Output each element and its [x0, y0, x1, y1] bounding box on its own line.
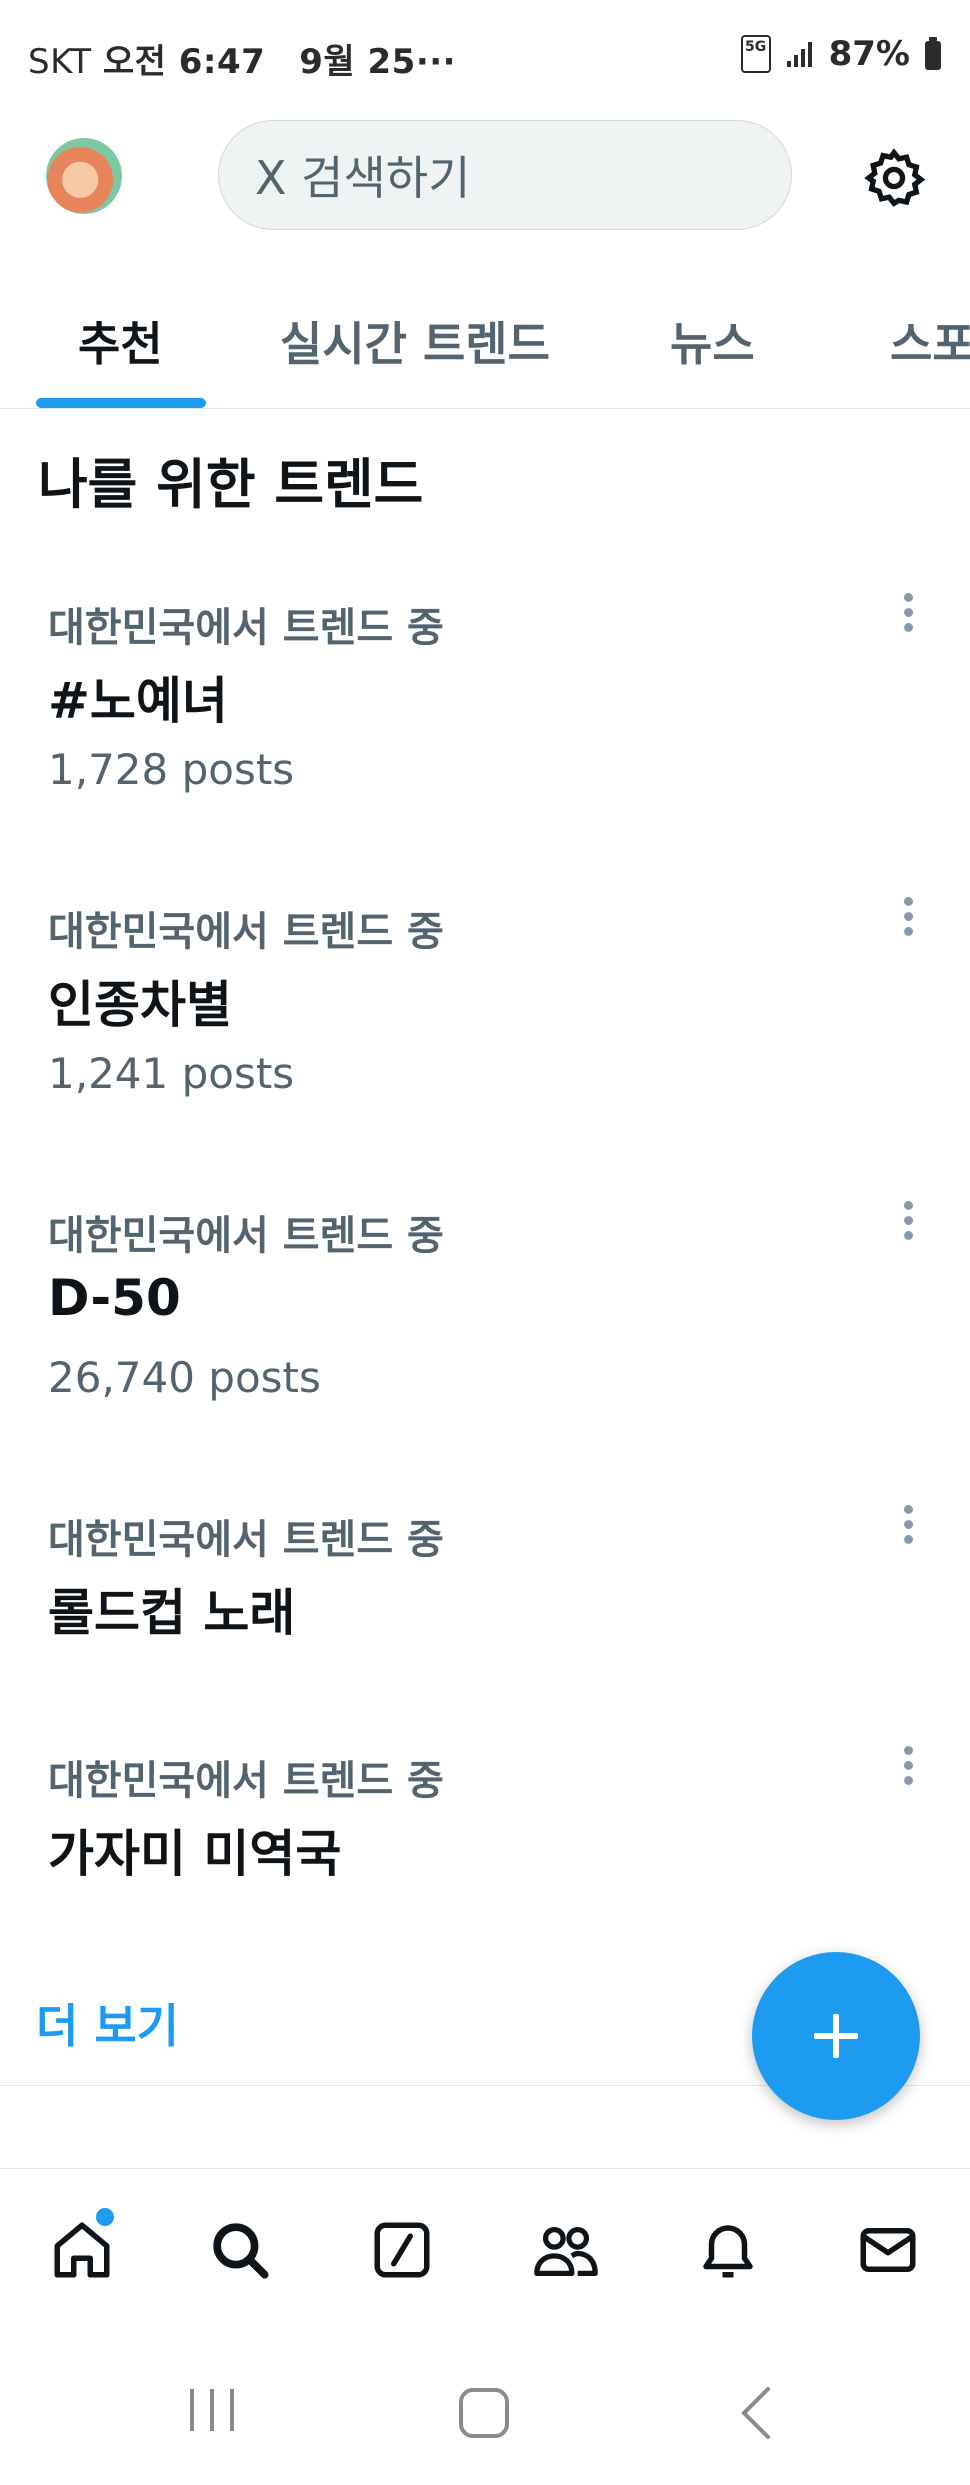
trend-name: 가자미 미역국: [48, 1825, 342, 1883]
plus-icon: [814, 2014, 858, 2058]
avatar[interactable]: [46, 138, 122, 214]
time-label: 오전 6:47: [102, 42, 266, 82]
recent-apps-icon[interactable]: [186, 2385, 238, 2439]
system-nav-bar: [0, 2335, 970, 2485]
back-icon[interactable]: [736, 2385, 776, 2445]
communities-icon[interactable]: [526, 2210, 606, 2290]
trend-item[interactable]: 대한민국에서 트렌드 중 D-50 26,740 posts: [0, 1201, 970, 1503]
section-title: 나를 위한 트렌드: [38, 453, 424, 516]
status-right: 5G 87%: [740, 34, 942, 74]
status-bar: SKT 오전 6:47 9월 25··· 5G 87%: [0, 0, 970, 110]
status-left: SKT 오전 6:47 9월 25···: [28, 34, 456, 83]
carrier-label: SKT: [28, 42, 92, 82]
trend-post-count: 26,740 posts: [48, 1353, 321, 1402]
battery-icon: [924, 37, 942, 71]
search-input[interactable]: X 검색하기: [218, 120, 792, 230]
home-button-icon[interactable]: [456, 2385, 512, 2445]
divider: [0, 2168, 970, 2169]
trend-context: 대한민국에서 트렌드 중: [48, 1758, 444, 1804]
top-header: X 검색하기: [0, 110, 970, 250]
gear-icon[interactable]: [862, 146, 926, 210]
trend-context: 대한민국에서 트렌드 중: [48, 909, 444, 955]
date-label: 9월 25···: [299, 42, 457, 82]
search-placeholder: X 검색하기: [255, 151, 471, 205]
trend-post-count: 1,728 posts: [48, 745, 295, 794]
more-options-icon[interactable]: [896, 1742, 920, 1792]
bottom-nav: [0, 2170, 970, 2335]
active-tab-indicator: [36, 398, 206, 408]
trend-item[interactable]: 대한민국에서 트렌드 중 인종차별 1,241 posts: [0, 897, 970, 1199]
trend-post-count: 1,241 posts: [48, 1049, 295, 1098]
search-icon[interactable]: [200, 2210, 280, 2290]
network-5g-icon: 5G: [740, 35, 771, 73]
trend-item[interactable]: 대한민국에서 트렌드 중 #노예녀 1,728 posts: [0, 593, 970, 895]
show-more-link[interactable]: 더 보기: [36, 1990, 179, 2056]
trend-name: 롤드컵 노래: [48, 1584, 296, 1642]
compose-post-button[interactable]: [752, 1952, 920, 2120]
tab-recommended[interactable]: 추천: [78, 308, 163, 374]
notification-dot: [96, 2208, 114, 2226]
trend-context: 대한민국에서 트렌드 중: [48, 605, 444, 651]
more-options-icon[interactable]: [896, 1197, 920, 1247]
trend-name: D-50: [48, 1269, 181, 1327]
more-options-icon[interactable]: [896, 1501, 920, 1551]
trend-context: 대한민국에서 트렌드 중: [48, 1517, 444, 1563]
trend-name: 인종차별: [48, 976, 232, 1034]
grok-icon[interactable]: [362, 2210, 442, 2290]
tab-trending[interactable]: 실시간 트렌드: [280, 308, 550, 374]
tab-news[interactable]: 뉴스: [670, 308, 755, 374]
mail-icon[interactable]: [848, 2210, 928, 2290]
explore-tabs: 추천 실시간 트렌드 뉴스 스포: [0, 258, 970, 409]
tab-sports[interactable]: 스포: [890, 308, 970, 374]
more-options-icon[interactable]: [896, 589, 920, 639]
bell-icon[interactable]: [688, 2210, 768, 2290]
signal-icon: [785, 39, 815, 69]
trend-name: #노예녀: [48, 672, 228, 730]
trend-context: 대한민국에서 트렌드 중: [48, 1213, 444, 1259]
battery-percent: 87%: [828, 34, 910, 74]
more-options-icon[interactable]: [896, 893, 920, 943]
